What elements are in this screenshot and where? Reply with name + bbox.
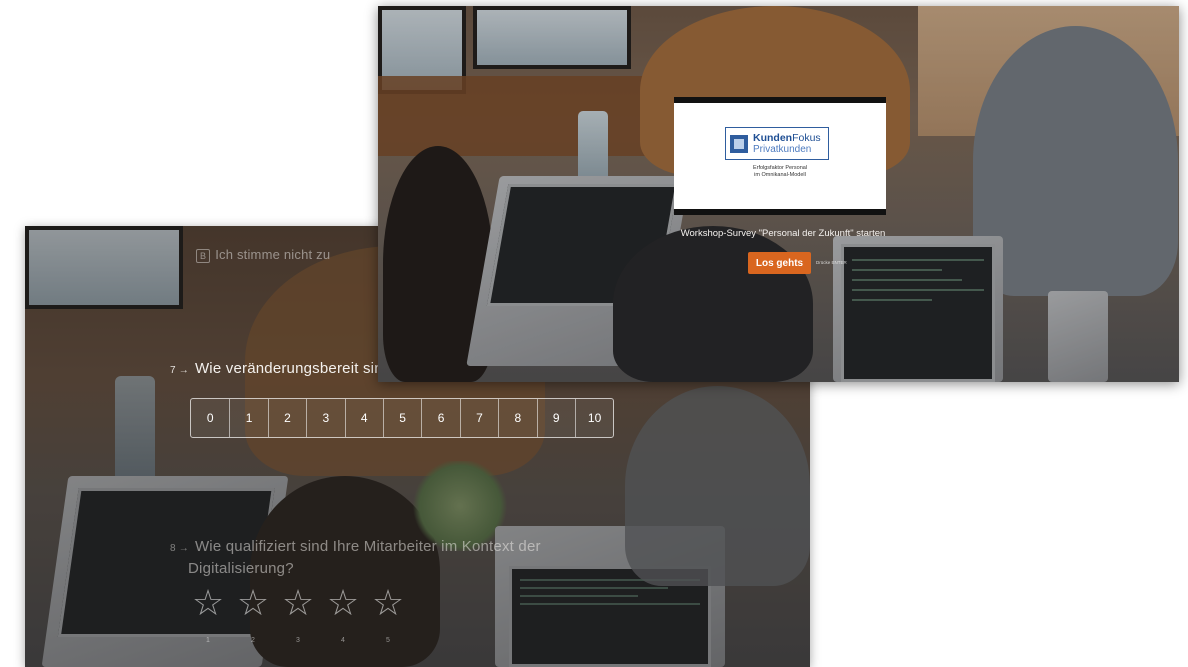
scale-option-9[interactable]: 9 [536, 399, 575, 437]
option-label: Ich stimme nicht zu [215, 247, 331, 262]
star-number: 5 [386, 637, 390, 644]
enter-key-hint: Drücke ENTER [816, 260, 847, 265]
star-icon: ☆ [236, 582, 270, 623]
star-rating: ☆ 1 ☆ 2 ☆ 3 ☆ 4 ☆ 5 [190, 582, 406, 645]
star-option-2[interactable]: ☆ 2 [235, 582, 271, 645]
question-7: 7 → Wie veränderungsbereit sin [170, 360, 383, 377]
question-8: 8 → Wie qualifiziert sind Ihre Mitarbeite… [170, 537, 541, 579]
scale-option-8[interactable]: 8 [498, 399, 537, 437]
logo-mark-icon [730, 134, 748, 153]
star-option-4[interactable]: ☆ 4 [325, 582, 361, 645]
option-key: B [196, 249, 211, 263]
scale-option-1[interactable]: 1 [229, 399, 268, 437]
star-number: 4 [341, 637, 345, 644]
star-number: 3 [296, 637, 300, 644]
question-number: 7 → [170, 365, 189, 376]
tagline-line1: Erfolgsfaktor Personal [752, 165, 808, 171]
star-icon: ☆ [281, 582, 315, 623]
kundenfokus-logo: KundenFokus Privatkunden [725, 127, 829, 160]
start-survey-button[interactable]: Los gehts [748, 252, 811, 274]
tagline-line2: im Omnikanal-Modell [754, 172, 806, 178]
star-number: 1 [206, 637, 210, 644]
logo-tagline: Erfolgsfaktor Personal im Omnikanal-Mode… [674, 165, 886, 179]
logo-subtitle: Privatkunden [753, 143, 812, 155]
opinion-scale: 0 1 2 3 4 5 6 7 8 9 10 [190, 398, 615, 438]
star-icon: ☆ [326, 582, 360, 623]
scale-option-5[interactable]: 5 [382, 399, 422, 437]
logo-brand-bold: Kunden [753, 131, 793, 144]
question-text: Wie veränderungsbereit sin [194, 360, 383, 377]
scale-option-4[interactable]: 4 [344, 399, 383, 437]
scale-option-7[interactable]: 7 [459, 399, 499, 437]
scale-option-6[interactable]: 6 [421, 399, 460, 437]
question-text-line1: Wie qualifiziert sind Ihre Mitarbeiter i… [194, 538, 541, 555]
star-option-3[interactable]: ☆ 3 [280, 582, 316, 645]
star-option-1[interactable]: ☆ 1 [190, 582, 226, 645]
survey-start-label: Workshop-Survey "Personal der Zukunft" s… [680, 228, 886, 239]
star-number: 2 [251, 637, 255, 644]
previous-answer-option[interactable]: B Ich stimme nicht zu [196, 247, 330, 263]
logo-brand-rest: Fokus [792, 131, 821, 144]
star-option-5[interactable]: ☆ 5 [370, 582, 406, 645]
survey-screenshot-front: KundenFokus Privatkunden Erfolgsfaktor P… [378, 6, 1179, 382]
welcome-logo-card: KundenFokus Privatkunden Erfolgsfaktor P… [674, 97, 886, 215]
question-text-line2: Digitalisierung? [188, 560, 294, 577]
scale-option-2[interactable]: 2 [267, 399, 307, 437]
question-number: 8 → [170, 543, 189, 554]
star-icon: ☆ [191, 582, 225, 623]
scale-option-10[interactable]: 10 [574, 399, 614, 437]
star-icon: ☆ [371, 582, 405, 623]
scale-option-0[interactable]: 0 [191, 399, 230, 437]
scale-option-3[interactable]: 3 [306, 399, 345, 437]
